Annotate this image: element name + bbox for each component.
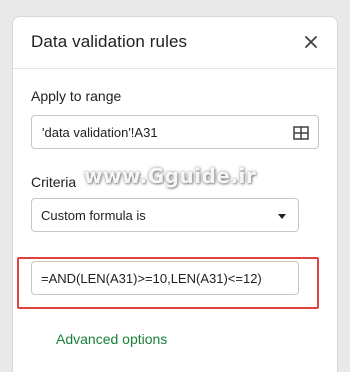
close-button[interactable] — [299, 30, 323, 54]
grid-icon[interactable] — [292, 124, 310, 142]
close-icon — [305, 36, 317, 48]
panel-header: Data validation rules — [13, 17, 337, 69]
advanced-options-link[interactable]: Advanced options — [56, 331, 167, 347]
apply-to-range-label: Apply to range — [31, 88, 122, 104]
range-value: 'data validation'!A31 — [42, 125, 158, 140]
range-input[interactable]: 'data validation'!A31 — [31, 115, 319, 149]
panel-title: Data validation rules — [31, 32, 188, 51]
criteria-dropdown[interactable]: Custom formula is — [31, 198, 299, 232]
data-validation-panel: Data validation rules Apply to range 'da… — [12, 16, 338, 372]
chevron-down-icon — [278, 214, 286, 219]
criteria-selected: Custom formula is — [41, 208, 146, 223]
header-divider — [13, 68, 337, 69]
formula-input[interactable]: =AND(LEN(A31)>=10,LEN(A31)<=12) — [31, 261, 299, 295]
formula-value: =AND(LEN(A31)>=10,LEN(A31)<=12) — [41, 271, 262, 286]
criteria-label: Criteria — [31, 174, 77, 190]
